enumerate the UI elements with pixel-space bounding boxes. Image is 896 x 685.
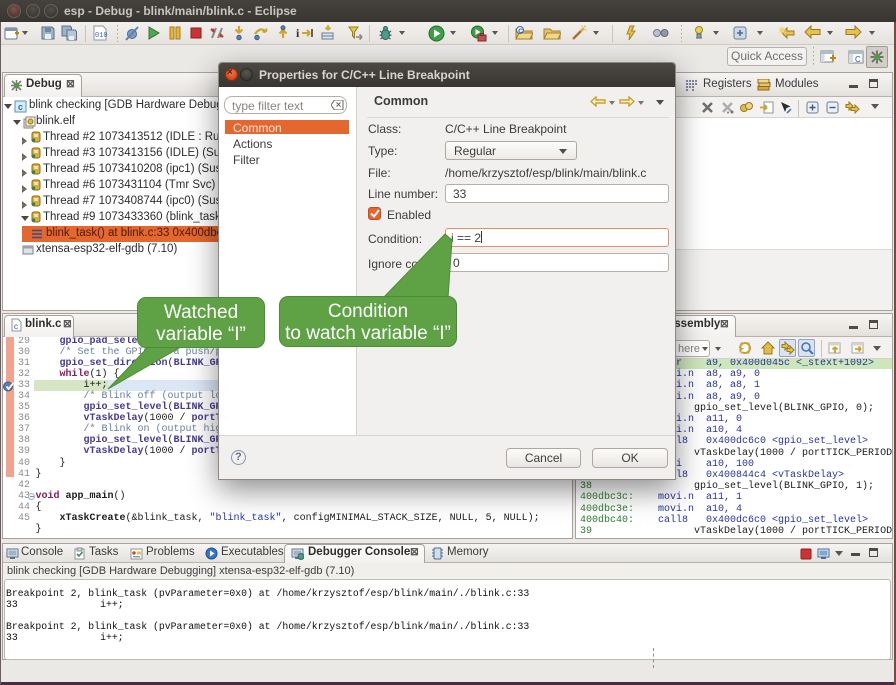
svg-text:C: C xyxy=(855,55,861,64)
svg-text:i: i xyxy=(296,26,300,40)
svg-text:010: 010 xyxy=(95,32,108,40)
svg-text:C: C xyxy=(518,28,523,35)
svg-text:c: c xyxy=(18,102,23,112)
svg-text:c: c xyxy=(14,322,18,331)
